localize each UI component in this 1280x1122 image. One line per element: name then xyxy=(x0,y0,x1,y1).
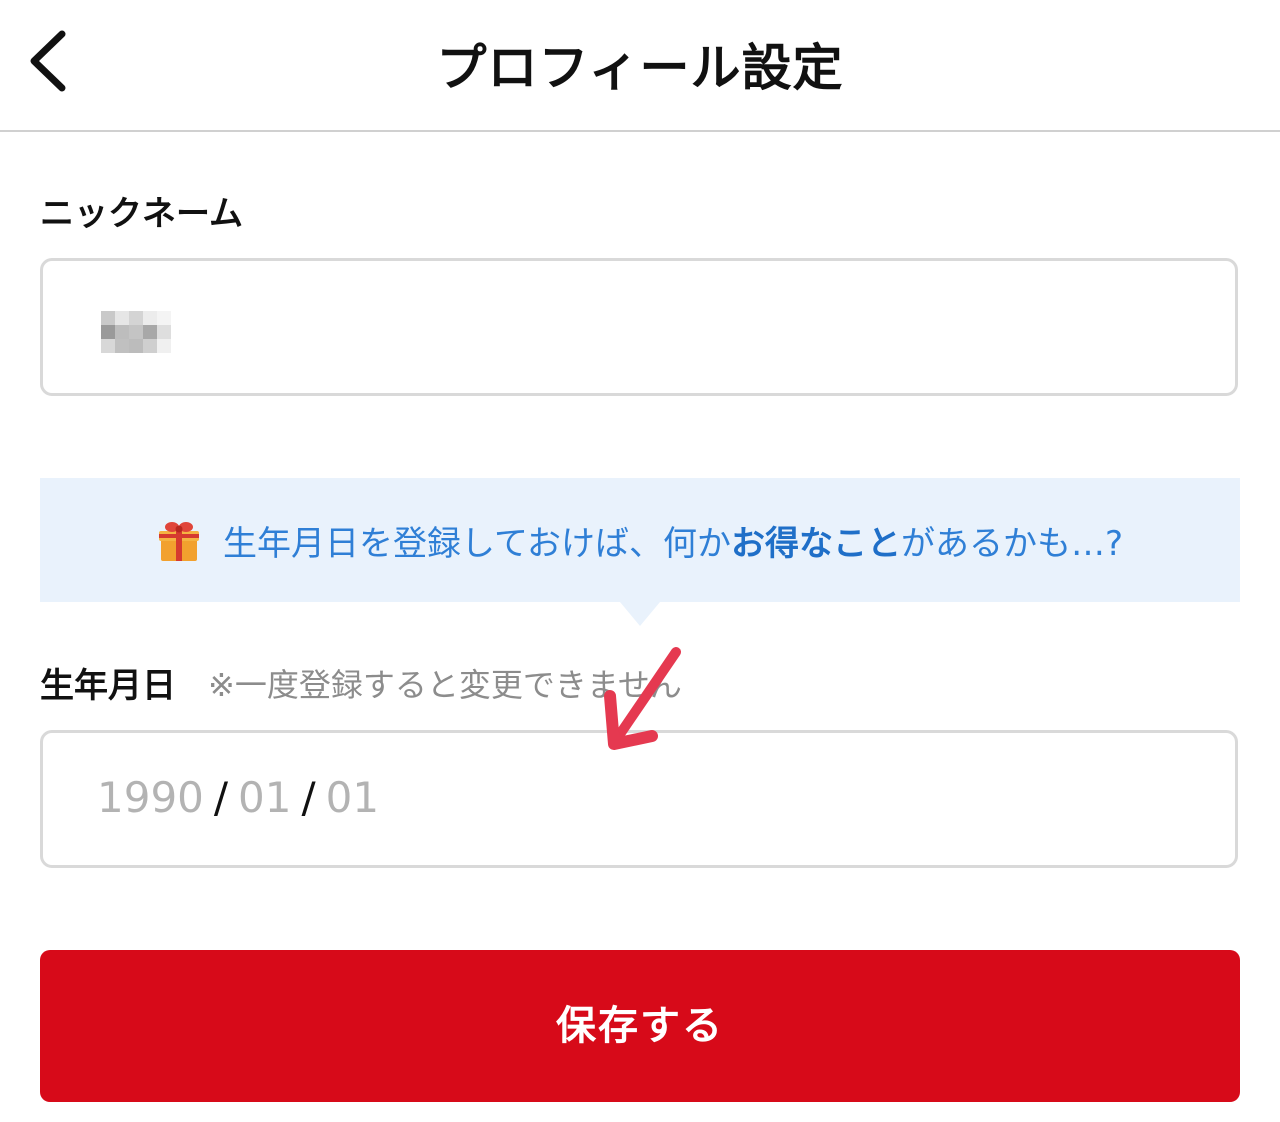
birthdate-label: 生年月日 xyxy=(40,666,176,706)
page-title: プロフィール設定 xyxy=(436,39,844,97)
promo-text-part1: 生年月日を登録しておけば、何か xyxy=(222,524,731,564)
arrow-down-left-icon xyxy=(604,647,681,750)
date-fields: 1990/01/01 xyxy=(97,773,379,822)
obscured-nickname-value xyxy=(101,311,171,353)
date-separator: / xyxy=(213,773,229,822)
promo-text-emphasis: お得なこと xyxy=(730,524,901,564)
year-field[interactable]: 1990 xyxy=(97,773,204,822)
nickname-label: ニックネーム xyxy=(40,194,243,234)
gift-icon xyxy=(158,522,199,561)
promo-text: 生年月日を登録しておけば、何かお得なことがあるかも…? xyxy=(40,516,1240,565)
save-button[interactable]: 保存する xyxy=(40,950,1240,1102)
day-field[interactable]: 01 xyxy=(326,773,379,822)
date-separator: / xyxy=(301,773,316,822)
promo-pointer xyxy=(620,602,660,626)
promo-text-part2: があるかも…? xyxy=(900,524,1123,564)
month-field[interactable]: 01 xyxy=(238,773,291,822)
birthday-promo-banner: 生年月日を登録しておけば、何かお得なことがあるかも…? xyxy=(40,478,1240,602)
app-header: プロフィール設定 xyxy=(0,0,1280,132)
nickname-input[interactable] xyxy=(40,258,1238,396)
